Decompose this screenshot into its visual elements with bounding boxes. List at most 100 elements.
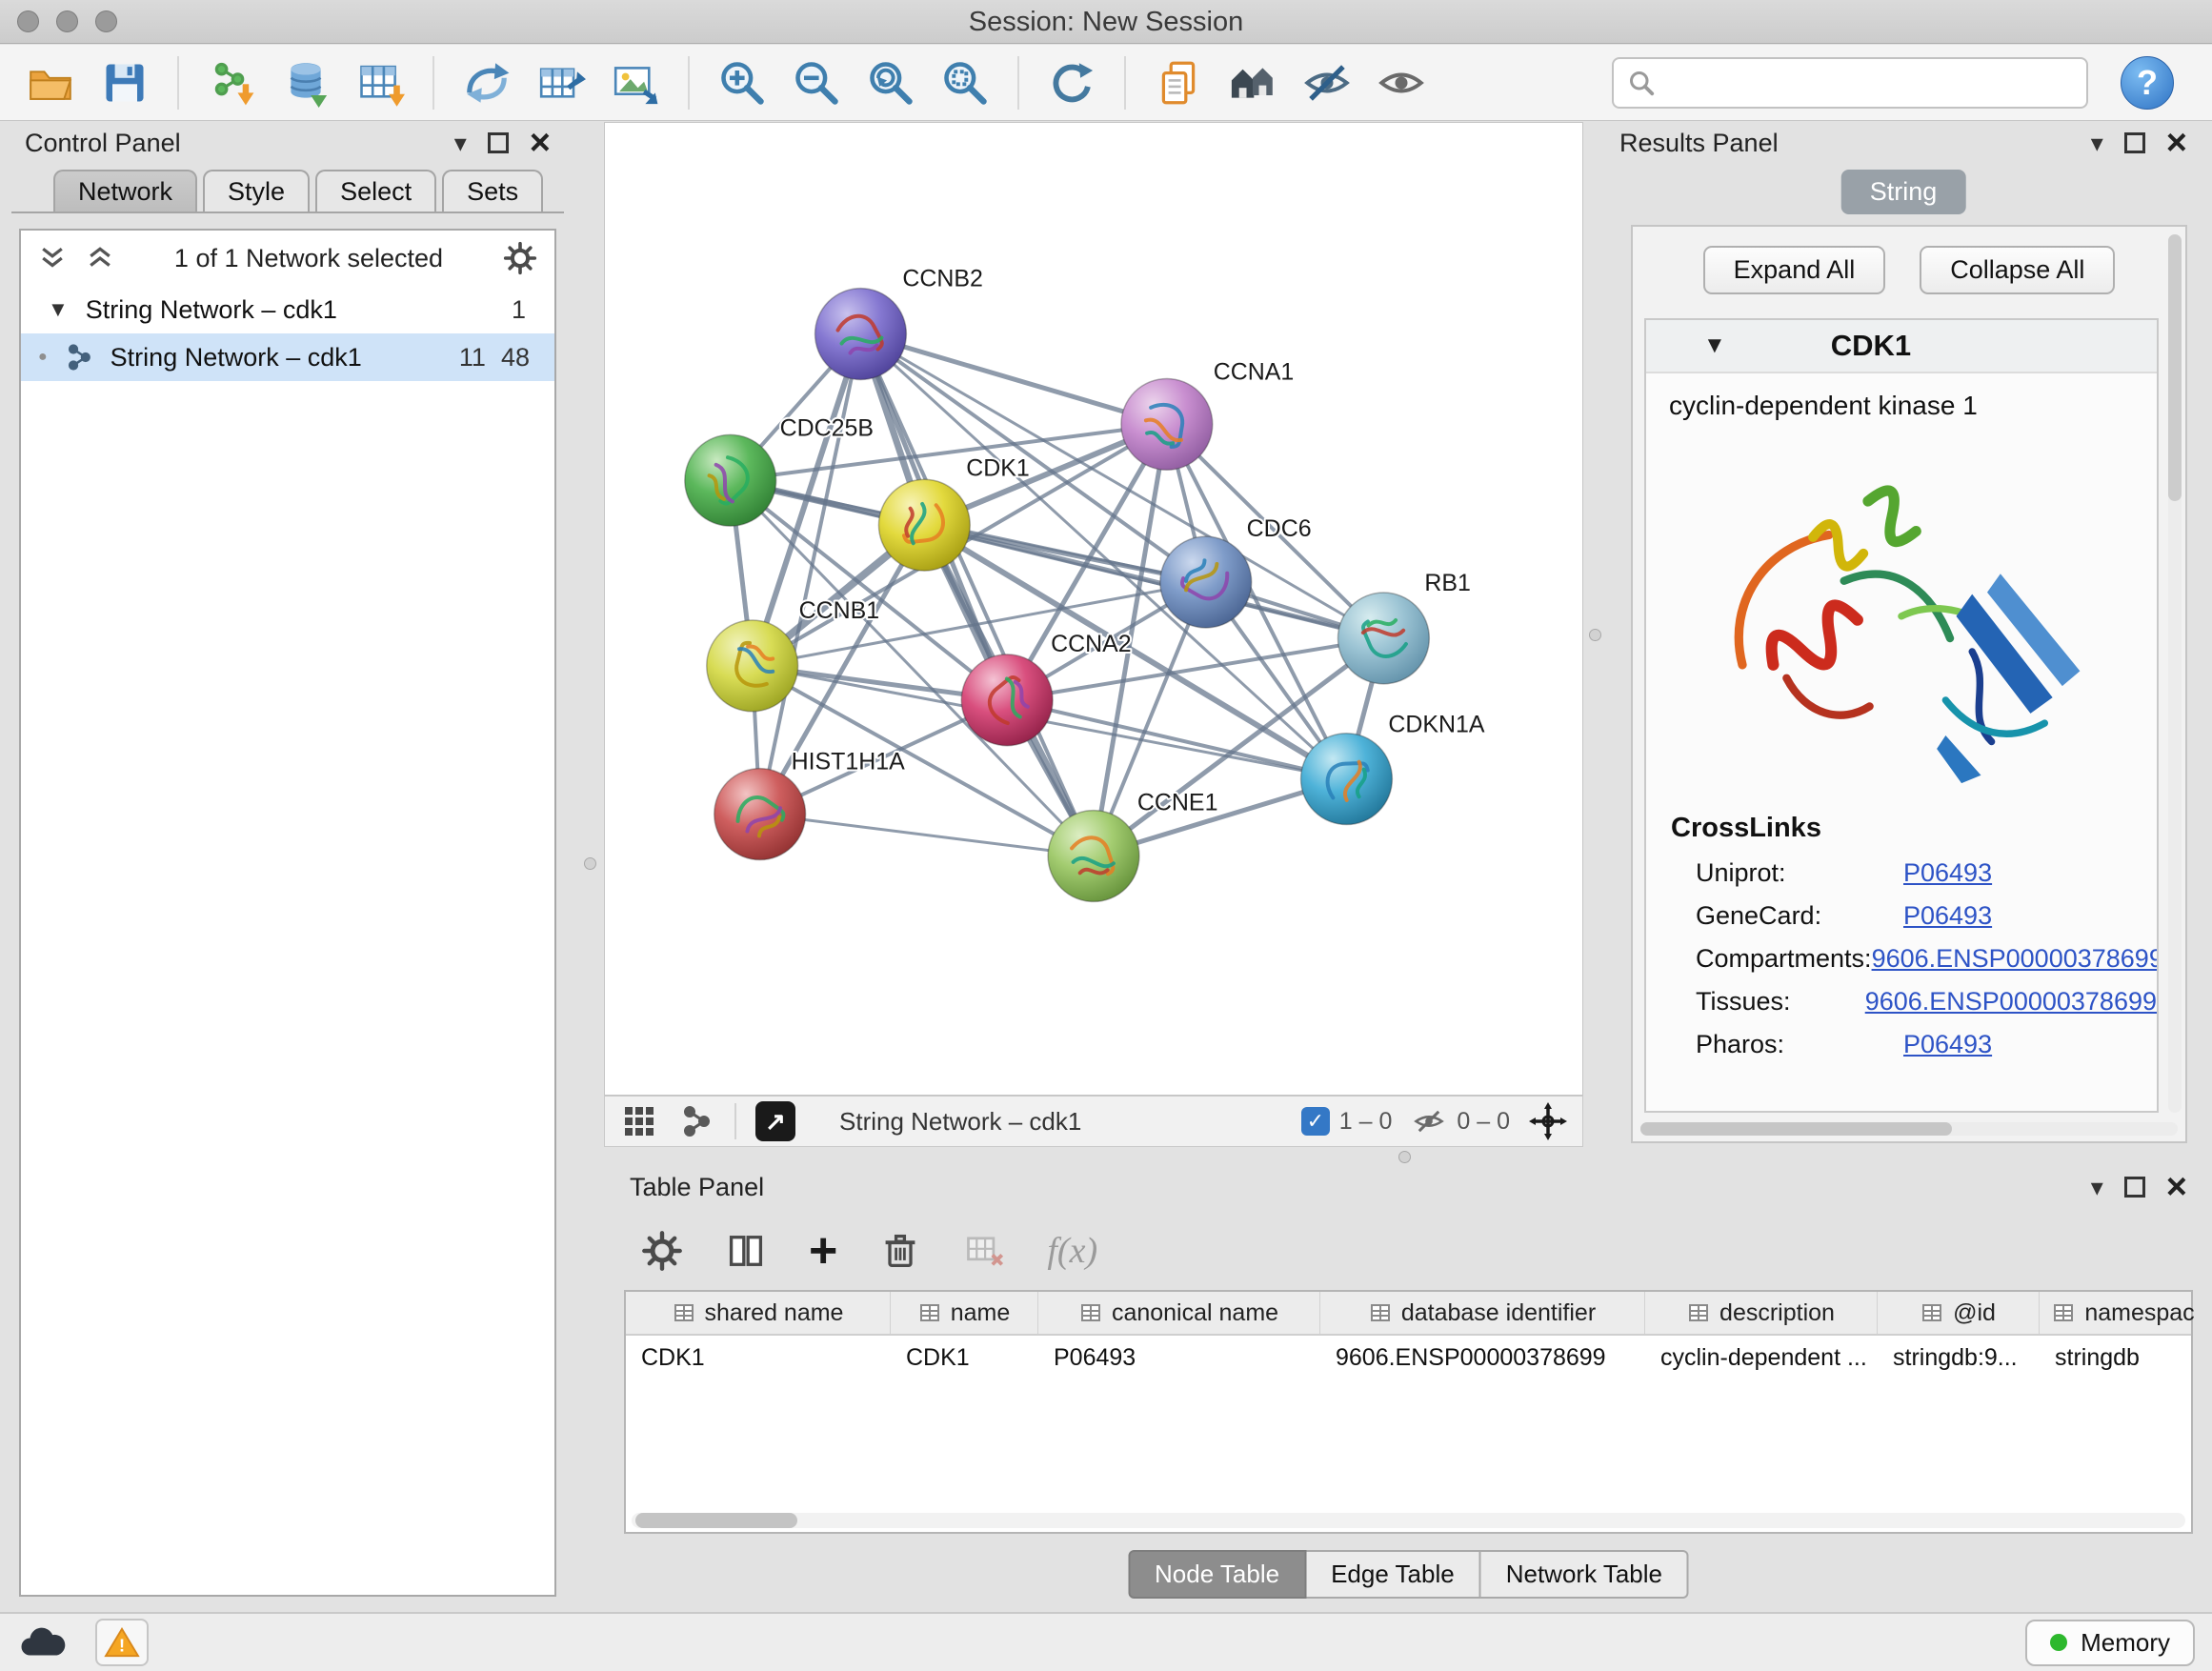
network-edge-HIST1H1A-CCNE1[interactable]	[760, 815, 1094, 856]
column-header[interactable]: @id	[1878, 1292, 2040, 1334]
protein-card-header[interactable]: ▼ CDK1	[1646, 320, 2157, 373]
maximize-window-button[interactable]	[95, 10, 117, 32]
network-edge-CCNA2-CDKN1A[interactable]	[1007, 700, 1346, 779]
panel-float-icon[interactable]	[2124, 1177, 2145, 1198]
import-table-button[interactable]	[352, 54, 408, 111]
collapse-all-button[interactable]: Collapse All	[1920, 246, 2115, 294]
crosslink-link[interactable]: P06493	[1903, 901, 1992, 930]
column-header[interactable]: namespac	[2040, 1292, 2207, 1334]
network-collection-row[interactable]: ▼ String Network – cdk1 1	[21, 286, 554, 333]
panel-close-icon[interactable]: ×	[2166, 132, 2187, 153]
warnings-button[interactable]: !	[95, 1619, 149, 1666]
column-header[interactable]: canonical name	[1038, 1292, 1320, 1334]
panel-menu-icon[interactable]: ▾	[2091, 1173, 2103, 1202]
network-node-CCNA2[interactable]	[961, 654, 1053, 746]
crosslink-link[interactable]: 9606.ENSP00000378699	[1872, 944, 2159, 973]
string-home-button[interactable]	[1225, 54, 1280, 111]
zoom-in-button[interactable]	[714, 54, 770, 111]
panel-menu-icon[interactable]: ▾	[454, 129, 467, 158]
network-node-CCNB1[interactable]	[707, 620, 798, 712]
table-cell[interactable]: cyclin-dependent ...	[1645, 1344, 1878, 1372]
panel-close-icon[interactable]: ×	[530, 132, 551, 153]
tab-edge-table[interactable]: Edge Table	[1306, 1550, 1481, 1599]
table-cell[interactable]: 9606.ENSP00000378699	[1320, 1344, 1645, 1372]
tab-string[interactable]: String	[1841, 170, 1966, 214]
table-cell[interactable]: CDK1	[626, 1344, 891, 1372]
tab-sets[interactable]: Sets	[442, 170, 543, 211]
network-node-CDKN1A[interactable]	[1301, 734, 1393, 825]
column-header[interactable]: name	[891, 1292, 1038, 1334]
results-vertical-scrollbar[interactable]	[2168, 234, 2182, 1113]
network-node-HIST1H1A[interactable]	[714, 769, 806, 860]
zoom-out-button[interactable]	[789, 54, 844, 111]
table-cell[interactable]: CDK1	[891, 1344, 1038, 1372]
panel-float-icon[interactable]	[488, 132, 509, 153]
show-all-button[interactable]	[1374, 54, 1429, 111]
network-node-CCNB2[interactable]	[815, 289, 907, 380]
crosslink-link[interactable]: P06493	[1903, 858, 1992, 887]
network-overview-button[interactable]	[677, 1102, 715, 1140]
zoom-selected-button[interactable]	[937, 54, 993, 111]
splitter-handle[interactable]	[1398, 1151, 1411, 1163]
tab-node-table[interactable]: Node Table	[1128, 1550, 1306, 1599]
show-columns-button[interactable]	[725, 1230, 767, 1272]
column-header[interactable]: description	[1645, 1292, 1878, 1334]
network-node-CCNE1[interactable]	[1048, 811, 1139, 902]
export-table-button[interactable]	[533, 54, 589, 111]
duplicate-document-button[interactable]	[1151, 54, 1206, 111]
tree-caret-icon[interactable]: ▼	[48, 297, 69, 322]
table-cell[interactable]: stringdb:9...	[1878, 1344, 2040, 1372]
scrollbar-thumb[interactable]	[1640, 1122, 1952, 1136]
help-button[interactable]: ?	[2121, 56, 2174, 110]
network-node-RB1[interactable]	[1338, 593, 1430, 684]
splitter-handle[interactable]	[1589, 629, 1601, 641]
network-graph[interactable]: CCNB2CCNA1CDC25BCDK1CDC6RB1CCNB1CCNA2CDK…	[605, 123, 1582, 1095]
export-image-button[interactable]	[608, 54, 663, 111]
panel-float-icon[interactable]	[2124, 132, 2145, 153]
tab-style[interactable]: Style	[203, 170, 310, 211]
zoom-fit-button[interactable]	[863, 54, 918, 111]
network-edge-CCNB2-CCNE1[interactable]	[860, 334, 1094, 856]
open-session-button[interactable]	[23, 54, 78, 111]
fit-content-button[interactable]	[1529, 1102, 1567, 1140]
delete-column-button[interactable]	[879, 1230, 921, 1272]
table-horizontal-scrollbar[interactable]	[632, 1513, 2185, 1528]
crosslink-link[interactable]: P06493	[1903, 1030, 1992, 1058]
save-session-button[interactable]	[97, 54, 152, 111]
panel-close-icon[interactable]: ×	[2166, 1177, 2187, 1198]
search-box[interactable]	[1612, 57, 2088, 109]
table-row[interactable]: CDK1 CDK1 P06493 9606.ENSP00000378699 cy…	[626, 1336, 2191, 1379]
column-header[interactable]: database identifier	[1320, 1292, 1645, 1334]
splitter-handle[interactable]	[584, 857, 596, 870]
close-window-button[interactable]	[17, 10, 39, 32]
memory-button[interactable]: Memory	[2025, 1620, 2195, 1666]
table-cell[interactable]: stringdb	[2040, 1344, 2207, 1372]
panel-menu-icon[interactable]: ▾	[2091, 129, 2103, 158]
gear-icon[interactable]	[503, 241, 537, 275]
delete-table-button[interactable]	[963, 1230, 1005, 1272]
tab-select[interactable]: Select	[315, 170, 436, 211]
scrollbar-thumb[interactable]	[635, 1513, 797, 1528]
detach-view-button[interactable]: ↗	[755, 1101, 795, 1141]
network-edge-CCNB2-CCNA1[interactable]	[860, 334, 1166, 425]
selected-checkbox-icon[interactable]: ✓	[1301, 1107, 1330, 1136]
network-canvas[interactable]: CCNB2CCNA1CDC25BCDK1CDC6RB1CCNB1CCNA2CDK…	[604, 122, 1583, 1096]
crosslink-link[interactable]: 9606.ENSP00000378699	[1865, 987, 2157, 1016]
collapse-all-icon[interactable]	[38, 246, 67, 271]
network-node-CDK1[interactable]	[878, 479, 970, 571]
cloud-status-button[interactable]	[17, 1625, 69, 1660]
expand-all-button[interactable]: Expand All	[1703, 246, 1886, 294]
network-node-CDC25B[interactable]	[685, 434, 776, 526]
expand-all-icon[interactable]	[86, 246, 114, 271]
tab-network[interactable]: Network	[53, 170, 197, 211]
network-node-CDC6[interactable]	[1160, 536, 1252, 628]
export-network-button[interactable]	[459, 54, 514, 111]
column-header[interactable]: shared name	[626, 1292, 891, 1334]
apply-layout-button[interactable]	[1044, 54, 1099, 111]
results-horizontal-scrollbar[interactable]	[1640, 1122, 2178, 1136]
table-cell[interactable]: P06493	[1038, 1344, 1320, 1372]
create-column-button[interactable]: +	[809, 1230, 837, 1272]
table-settings-button[interactable]	[641, 1230, 683, 1272]
birds-eye-view-button[interactable]	[620, 1102, 658, 1140]
network-row-selected[interactable]: ● String Network – cdk1 11 48	[21, 333, 554, 381]
